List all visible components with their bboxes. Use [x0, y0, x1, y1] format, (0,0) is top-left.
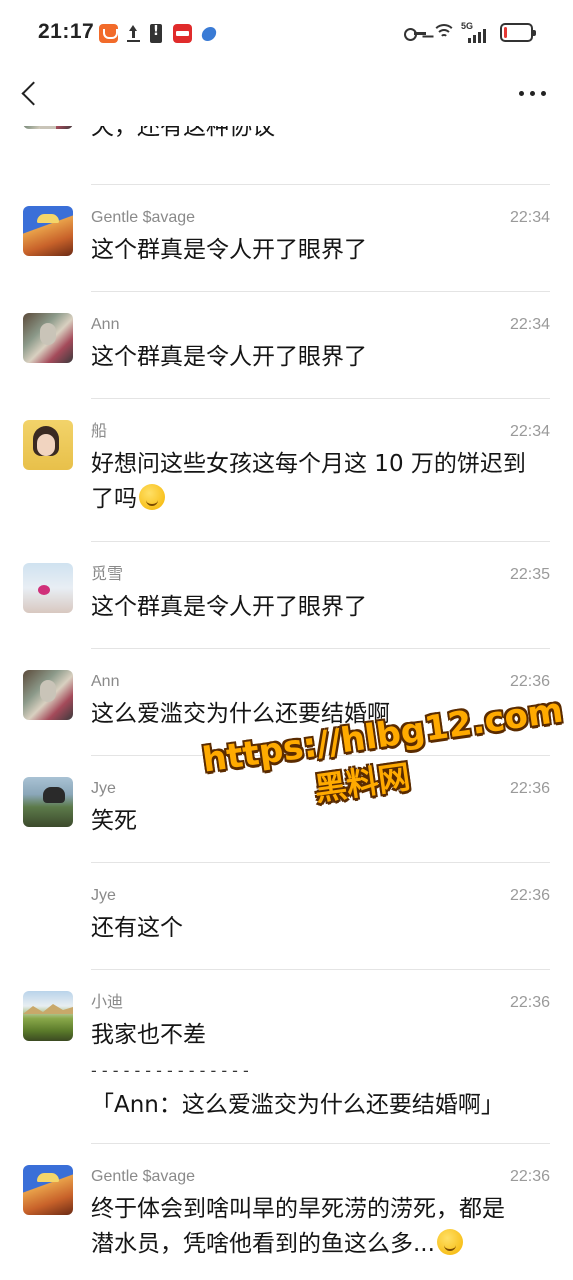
app-notification-icon [99, 24, 118, 43]
message-text-line: 终于体会到啥叫旱的旱死涝的涝死，都是 [91, 1196, 505, 1222]
news-app-icon [173, 24, 192, 43]
sender-name: 觅雪 [91, 566, 124, 583]
avatar[interactable] [23, 126, 73, 129]
message-text-line: 好想问这些女孩这每个月这 10 万的饼迟到 [91, 451, 526, 477]
avatar[interactable] [23, 670, 73, 720]
avatar[interactable] [23, 206, 73, 256]
nav-bar [0, 66, 573, 126]
message-text-line: 潜水员，凭啥他看到的鱼这么多... [91, 1227, 553, 1262]
message-text-line: 我家也不差 [91, 1022, 206, 1048]
message-time: 22:36 [509, 994, 550, 1011]
message-list[interactable]: 天，还有这种协议 Gentle $avage 22:34 这个群真是令人开了眼界… [0, 126, 573, 1280]
sender-name: Ann [91, 673, 120, 690]
message-time: 22:36 [509, 780, 550, 797]
message-text: 天，还有这种协议 [91, 126, 275, 140]
avatar[interactable] [23, 1165, 73, 1215]
battery-warning-icon [150, 24, 162, 43]
sender-name: Jye [91, 887, 116, 904]
wifi-icon [432, 22, 456, 42]
list-item: Ann 22:36 这么爱滥交为什么还要结婚啊 [0, 648, 573, 755]
message-text: 这个群真是令人开了眼界了 [91, 594, 367, 620]
message-time: 22:34 [509, 423, 550, 440]
laugh-cry-emoji-icon [139, 484, 165, 510]
message-text-fragment: 潜水员，凭啥他看到的鱼这么多... [91, 1231, 435, 1257]
message-text: 终于体会到啥叫旱的旱死涝的涝死，都是 潜水员，凭啥他看到的鱼这么多... [91, 1192, 553, 1262]
list-item: Gentle $avage 22:34 这个群真是令人开了眼界了 [0, 184, 573, 292]
avatar[interactable] [23, 563, 73, 613]
sender-name: Jye [91, 780, 116, 797]
list-item: Ann 22:34 这个群真是令人开了眼界了 [0, 291, 573, 398]
message-text-fragment: 了吗 [91, 486, 137, 512]
vpn-key-icon [404, 27, 426, 41]
avatar[interactable] [23, 991, 73, 1041]
battery-icon [500, 23, 536, 42]
status-time: 21:17 [38, 20, 95, 43]
list-item: 天，还有这种协议 [0, 126, 573, 184]
sender-name: 小迪 [91, 994, 124, 1011]
avatar[interactable] [23, 420, 73, 470]
list-item: Gentle $avage 22:36 终于体会到啥叫旱的旱死涝的涝死，都是 潜… [0, 1143, 573, 1280]
message-text: 这个群真是令人开了眼界了 [91, 344, 367, 370]
quote-separator: - - - - - - - - - - - - - - - [91, 1061, 249, 1080]
list-item: 小迪 22:36 我家也不差 - - - - - - - - - - - - -… [0, 969, 573, 1144]
sender-name: Gentle $avage [91, 209, 196, 226]
message-text: 我家也不差 - - - - - - - - - - - - - - - 「Ann… [91, 1018, 553, 1123]
list-item: Jye 22:36 还有这个 [0, 862, 573, 969]
status-bar: 21:17 5G [0, 0, 573, 66]
message-time: 22:36 [509, 887, 550, 904]
back-button[interactable] [14, 76, 50, 112]
browser-app-icon [199, 24, 218, 43]
quoted-message: 「Ann：这么爱滥交为什么还要结婚啊」 [91, 1092, 504, 1118]
message-text: 这么爱滥交为什么还要结婚啊 [91, 701, 390, 727]
list-item: Jye 22:36 笑死 [0, 755, 573, 862]
sender-name: 船 [91, 423, 108, 440]
avatar[interactable] [23, 777, 73, 827]
message-time: 22:34 [509, 316, 550, 333]
frown-emoji-icon [436, 1229, 463, 1255]
upload-icon [124, 24, 143, 43]
message-time: 22:36 [509, 673, 550, 690]
message-text: 笑死 [91, 808, 137, 834]
message-text: 还有这个 [91, 915, 183, 941]
list-item: 觅雪 22:35 这个群真是令人开了眼界了 [0, 541, 573, 648]
avatar[interactable] [23, 313, 73, 363]
message-time: 22:34 [509, 209, 550, 226]
message-text: 好想问这些女孩这每个月这 10 万的饼迟到 了吗 [91, 447, 553, 517]
message-text-line: 了吗 [91, 482, 553, 517]
signal-icon [468, 27, 490, 43]
sender-name: Gentle $avage [91, 1168, 196, 1185]
message-time: 22:35 [509, 566, 550, 583]
list-item: 船 22:34 好想问这些女孩这每个月这 10 万的饼迟到 了吗 [0, 398, 573, 546]
more-options-button[interactable] [512, 78, 552, 108]
sender-name: Ann [91, 316, 120, 333]
message-text: 这个群真是令人开了眼界了 [91, 237, 367, 263]
message-time: 22:36 [509, 1168, 550, 1185]
